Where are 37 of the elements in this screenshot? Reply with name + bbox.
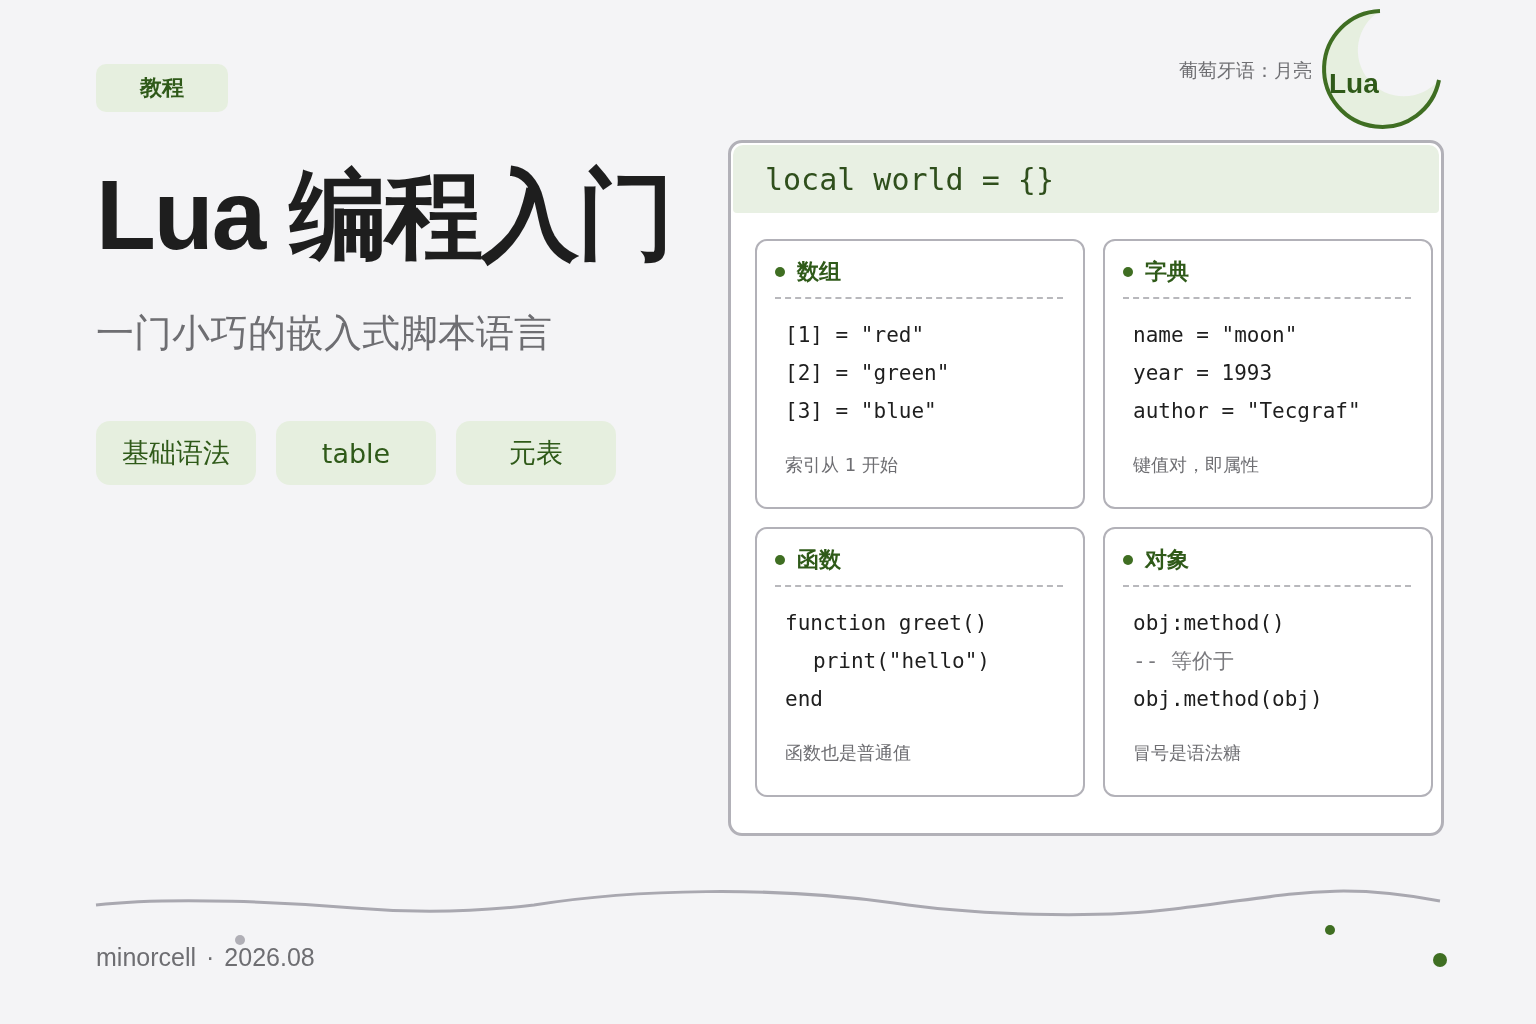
topic-chip: 元表	[456, 421, 616, 485]
bullet-icon	[1123, 267, 1133, 277]
separator: ·	[206, 943, 215, 972]
date: 2026.08	[224, 943, 315, 972]
code-line: year = 1993	[1133, 360, 1274, 387]
code-header: local world = {}	[733, 145, 1439, 213]
bullet-icon	[775, 555, 785, 565]
bullet-icon	[775, 267, 785, 277]
crescent-moon-icon	[1320, 8, 1444, 132]
code-line: author = "Tecgraf"	[1133, 398, 1362, 425]
moon-note: 葡萄牙语：月亮	[1179, 58, 1312, 83]
code-line: function greet()	[785, 610, 989, 637]
logo-text: Lua	[1329, 68, 1379, 100]
code-line: name = "moon"	[1133, 322, 1299, 349]
code-line: [2] = "green"	[785, 360, 951, 387]
code-line: obj.method(obj)	[1133, 686, 1324, 713]
code-line: obj:method()	[1133, 610, 1286, 637]
code-line: [3] = "blue"	[785, 398, 938, 425]
card-note: 索引从 1 开始	[784, 453, 899, 477]
topic-chip: 基础语法	[96, 421, 256, 485]
card-title: 对象	[1145, 546, 1189, 574]
card-note: 键值对，即属性	[1132, 453, 1260, 477]
author-name: minorcell	[96, 943, 197, 972]
category-tag: 教程	[96, 64, 228, 112]
card-title: 字典	[1145, 258, 1189, 286]
card-note: 冒号是语法糖	[1132, 741, 1242, 765]
card-note: 函数也是普通值	[784, 741, 912, 765]
code-line: end	[785, 686, 824, 713]
code-line: [1] = "red"	[785, 322, 926, 349]
code-comment: -- 等价于	[1133, 648, 1235, 675]
topic-chip: table	[276, 421, 436, 485]
card-title: 数组	[797, 258, 841, 286]
subtitle: 一门小巧的嵌入式脚本语言	[96, 310, 552, 357]
bullet-icon	[1123, 555, 1133, 565]
code-line: print("hello")	[812, 648, 991, 675]
page-title: Lua 编程入门	[96, 160, 674, 270]
card-title: 函数	[797, 546, 841, 574]
